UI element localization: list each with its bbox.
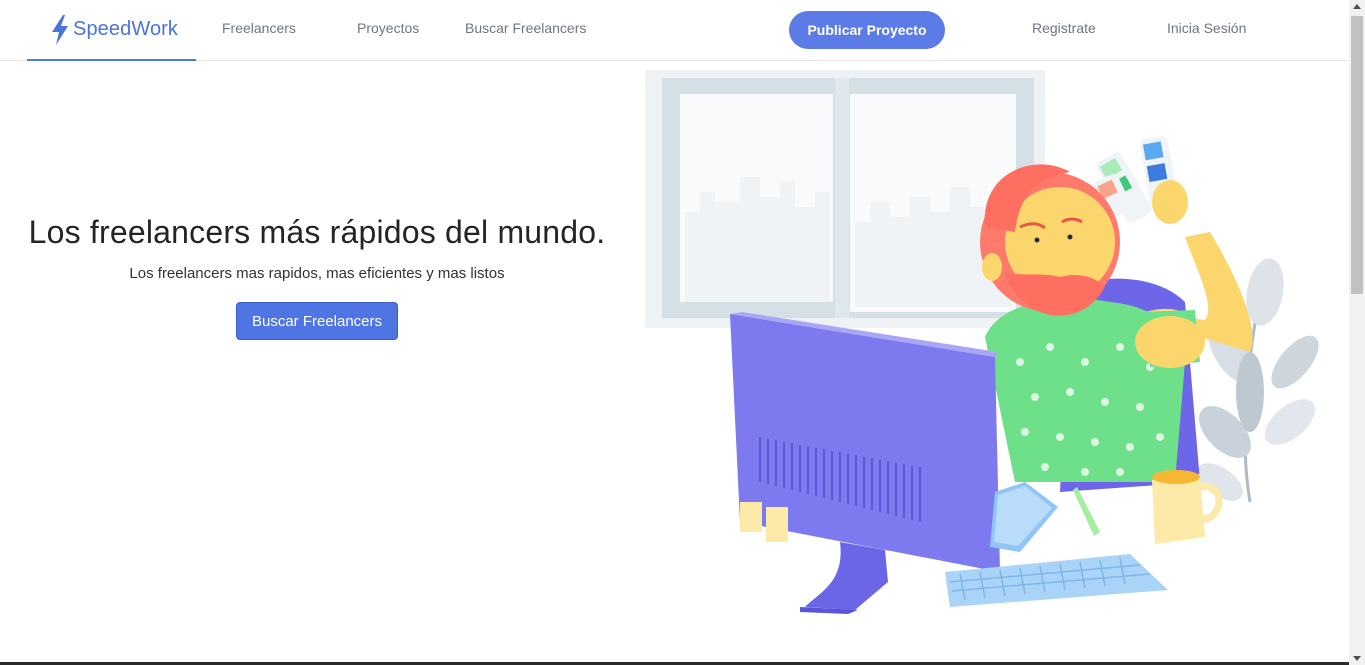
vertical-scrollbar[interactable] xyxy=(1349,0,1365,665)
window-illustration xyxy=(645,70,1045,328)
nav-proyectos[interactable]: Proyectos xyxy=(357,20,419,36)
hero-subtitle: Los freelancers mas rapidos, mas eficien… xyxy=(129,265,505,282)
scrollbar-thumb[interactable] xyxy=(1351,16,1363,294)
nav-inicia-sesion[interactable]: Inicia Sesión xyxy=(1167,20,1246,36)
brand-name: SpeedWork xyxy=(73,18,179,40)
lightning-bolt-icon xyxy=(52,14,68,45)
scroll-down-arrow-icon[interactable] xyxy=(1353,656,1361,661)
monitor-illustration xyxy=(730,312,1000,614)
brand-logo-link[interactable]: SpeedWork xyxy=(27,0,196,61)
nav-buscar-freelancers[interactable]: Buscar Freelancers xyxy=(465,20,586,36)
buscar-freelancers-button[interactable]: Buscar Freelancers xyxy=(236,302,398,340)
top-navbar: SpeedWork Freelancers Proyectos Buscar F… xyxy=(0,0,1349,61)
hero-title: Los freelancers más rápidos del mundo. xyxy=(28,214,606,250)
publicar-proyecto-button[interactable]: Publicar Proyecto xyxy=(789,11,945,49)
nav-freelancers[interactable]: Freelancers xyxy=(222,20,296,36)
nav-registrate[interactable]: Registrate xyxy=(1032,20,1096,36)
scroll-up-arrow-icon[interactable] xyxy=(1353,4,1361,9)
freelancer-illustration xyxy=(645,70,1319,614)
